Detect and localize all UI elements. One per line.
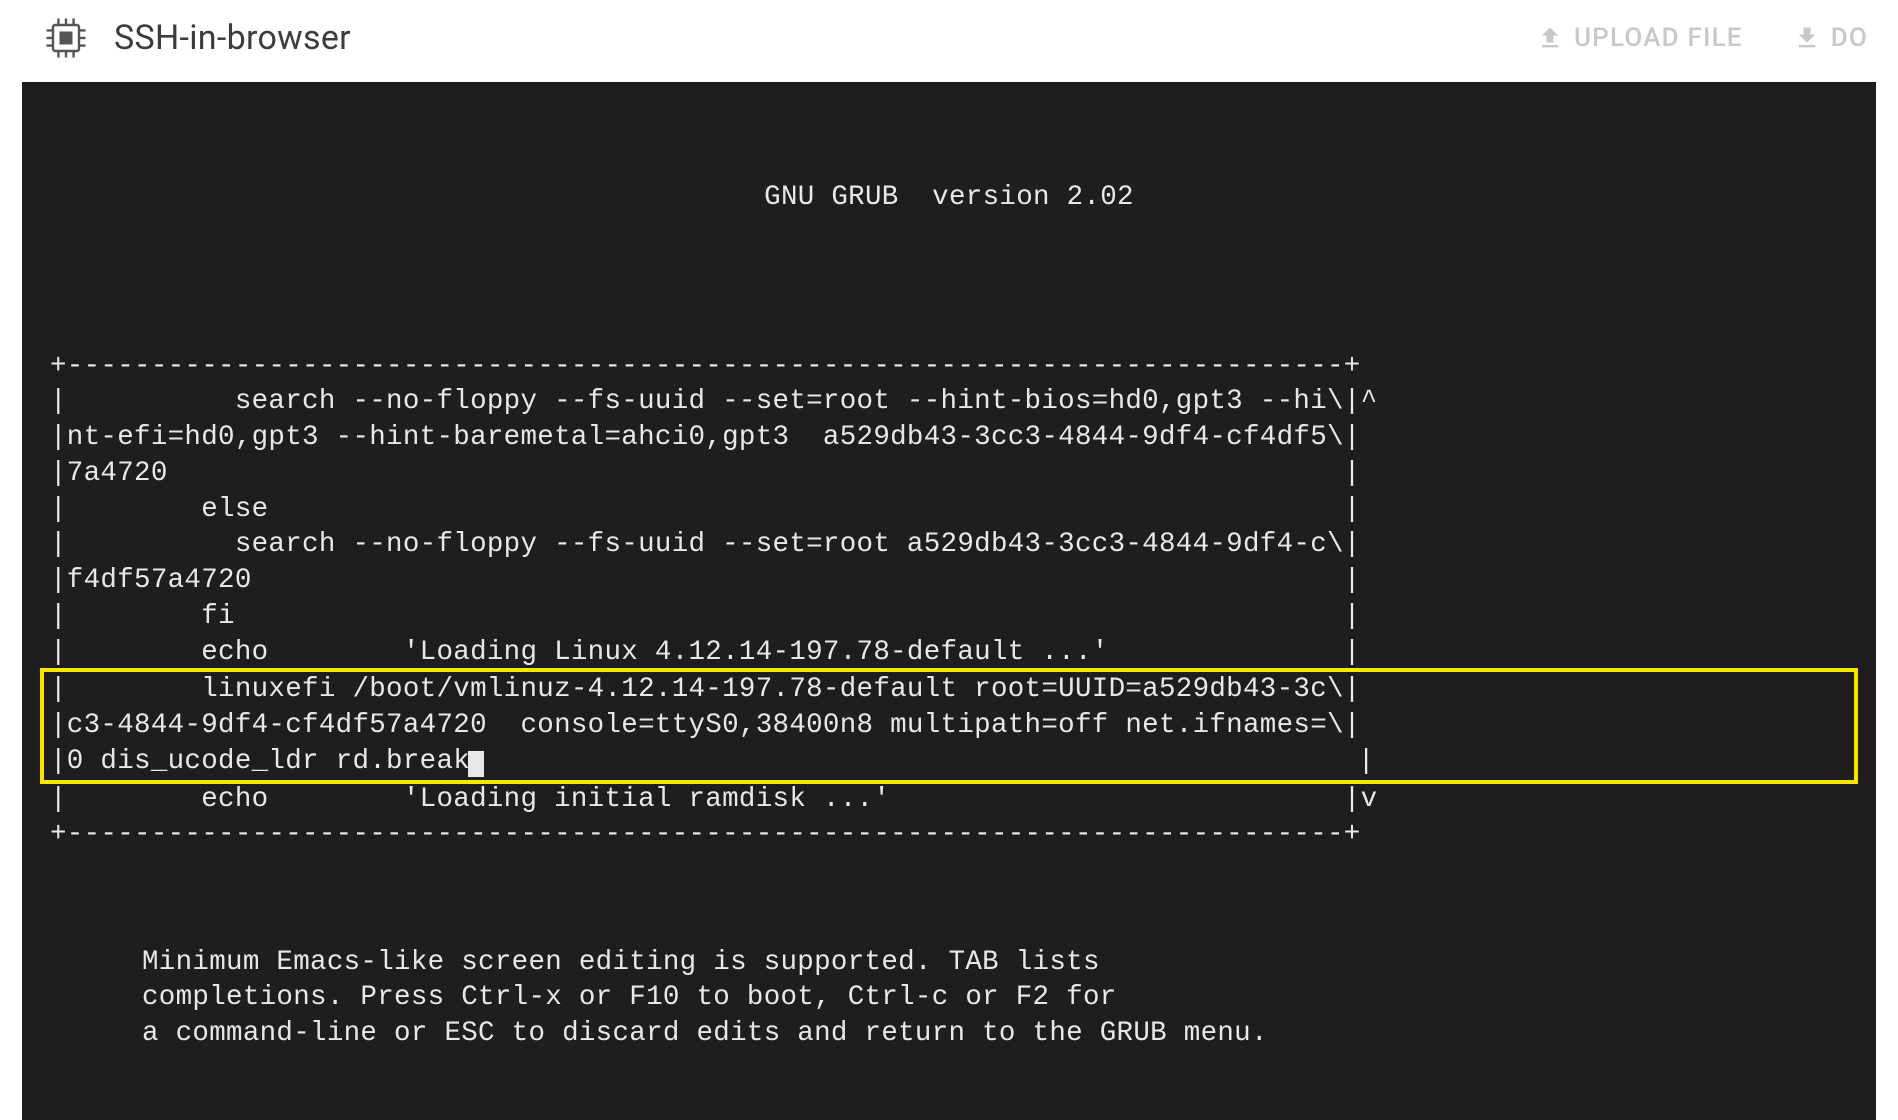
grub-line-highlighted: |0 dis_ucode_ldr rd.break	[50, 746, 470, 777]
grub-line: |nt-efi=hd0,gpt3 --hint-baremetal=ahci0,…	[50, 422, 1361, 453]
grub-line-highlighted-end: |	[484, 746, 1375, 777]
grub-border-top: +---------------------------------------…	[50, 351, 1361, 382]
grub-line-highlighted: |c3-4844-9df4-cf4df57a4720 console=ttyS0…	[50, 710, 1361, 741]
grub-border-bottom: +---------------------------------------…	[50, 819, 1361, 850]
header-left: SSH-in-browser	[40, 12, 351, 64]
cpu-chip-icon	[40, 12, 92, 64]
grub-line: |7a4720 |	[50, 458, 1361, 489]
upload-file-button[interactable]: UPLOAD FILE	[1536, 23, 1743, 53]
highlighted-kernel-line: | linuxefi /boot/vmlinuz-4.12.14-197.78-…	[40, 668, 1858, 783]
grub-line: | echo 'Loading Linux 4.12.14-197.78-def…	[50, 637, 1361, 668]
page-title: SSH-in-browser	[114, 18, 351, 58]
terminal-output[interactable]: GNU GRUB version 2.02 +-----------------…	[22, 82, 1876, 1120]
download-file-button[interactable]: DO	[1793, 23, 1868, 53]
grub-line: | search --no-floppy --fs-uuid --set=roo…	[50, 529, 1361, 560]
grub-edit-box-bottom: | echo 'Loading initial ramdisk ...' |v …	[22, 782, 1876, 854]
grub-help-text: Minimum Emacs-like screen editing is sup…	[22, 925, 1876, 1052]
download-icon	[1793, 24, 1821, 52]
upload-icon	[1536, 24, 1564, 52]
cursor-icon	[468, 751, 484, 777]
header-actions: UPLOAD FILE DO	[1536, 23, 1868, 53]
grub-line: | search --no-floppy --fs-uuid --set=roo…	[50, 386, 1377, 417]
header-bar: SSH-in-browser UPLOAD FILE DO	[0, 0, 1898, 82]
grub-line: | echo 'Loading initial ramdisk ...' |v	[50, 784, 1377, 815]
grub-title: GNU GRUB version 2.02	[22, 180, 1876, 216]
grub-line: | else |	[50, 494, 1361, 525]
grub-line: | fi |	[50, 601, 1361, 632]
grub-edit-box: +---------------------------------------…	[22, 313, 1876, 671]
help-line: Minimum Emacs-like screen editing is sup…	[142, 947, 1100, 978]
help-line: completions. Press Ctrl-x or F10 to boot…	[142, 982, 1117, 1013]
grub-line-highlighted: | linuxefi /boot/vmlinuz-4.12.14-197.78-…	[50, 674, 1361, 705]
grub-line: |f4df57a4720 |	[50, 565, 1361, 596]
upload-label: UPLOAD FILE	[1574, 23, 1743, 53]
download-label: DO	[1831, 23, 1868, 53]
help-line: a command-line or ESC to discard edits a…	[142, 1018, 1268, 1049]
